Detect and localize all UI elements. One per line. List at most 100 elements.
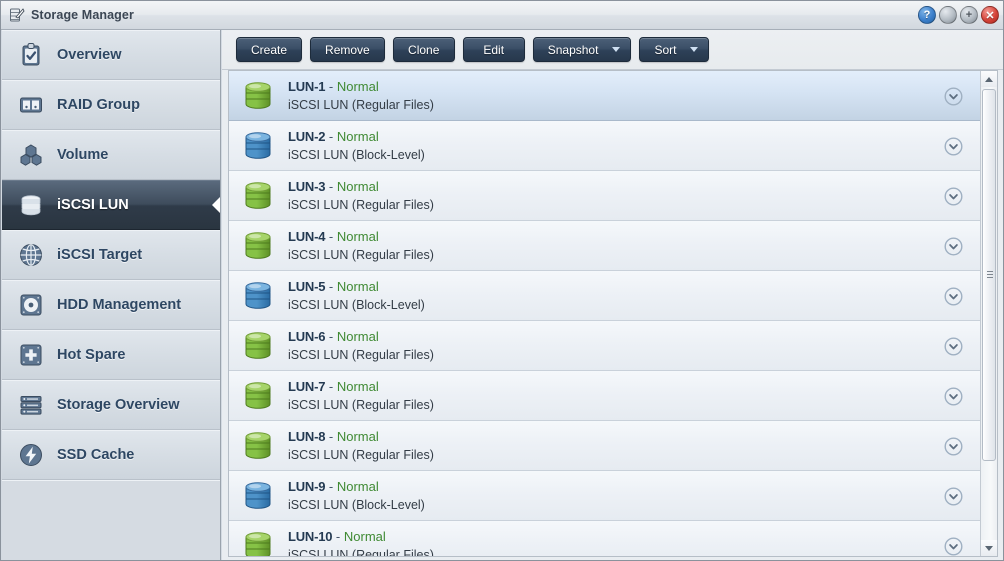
- chevron-down-circle-icon[interactable]: [944, 286, 963, 306]
- lun-title-line: LUN-4 - Normal: [288, 229, 434, 245]
- vertical-scrollbar[interactable]: [980, 71, 997, 556]
- lun-row[interactable]: LUN-5 - Normal iSCSI LUN (Block-Level): [229, 271, 981, 321]
- sidebar-item-volume[interactable]: Volume: [2, 130, 220, 180]
- lun-info: LUN-6 - Normal iSCSI LUN (Regular Files): [288, 329, 434, 363]
- lun-info: LUN-7 - Normal iSCSI LUN (Regular Files): [288, 379, 434, 413]
- sidebar-item-label: HDD Management: [57, 297, 182, 313]
- lun-info: LUN-3 - Normal iSCSI LUN (Regular Files): [288, 179, 434, 213]
- lun-database-icon: [242, 330, 274, 362]
- volume-hexagons-icon: [18, 142, 44, 168]
- lun-title-line: LUN-9 - Normal: [288, 479, 425, 495]
- create-button-label: Create: [251, 42, 288, 57]
- chevron-down-circle-icon[interactable]: [944, 136, 963, 156]
- lun-info: LUN-4 - Normal iSCSI LUN (Regular Files): [288, 229, 434, 263]
- disk-plus-icon: [18, 342, 44, 368]
- lun-row[interactable]: LUN-3 - Normal iSCSI LUN (Regular Files): [229, 171, 981, 221]
- sidebar-item-label: RAID Group: [57, 97, 140, 113]
- lun-type: iSCSI LUN (Regular Files): [288, 247, 434, 262]
- lun-database-icon: [242, 380, 274, 412]
- content-panel: Create Remove Clone Edit Snapshot Sort L…: [222, 30, 1003, 560]
- lun-type: iSCSI LUN (Block-Level): [288, 497, 425, 512]
- lun-separator: -: [325, 328, 337, 344]
- lun-row[interactable]: LUN-6 - Normal iSCSI LUN (Regular Files): [229, 321, 981, 371]
- lun-type: iSCSI LUN (Regular Files): [288, 347, 434, 362]
- lun-name: LUN-4: [288, 228, 326, 244]
- chevron-down-icon: [612, 47, 621, 52]
- chevron-down-circle-icon[interactable]: [944, 236, 963, 256]
- sidebar-item-ssd-cache[interactable]: SSD Cache: [2, 430, 220, 480]
- maximize-button[interactable]: +: [960, 6, 978, 24]
- snapshot-button[interactable]: Snapshot: [532, 37, 632, 62]
- chevron-down-icon: [690, 47, 699, 52]
- lun-title-line: LUN-10 - Normal: [288, 529, 434, 545]
- help-button[interactable]: ?: [918, 6, 936, 24]
- lun-database-icon: [242, 530, 274, 556]
- lun-status: Normal: [336, 328, 379, 344]
- sidebar: Overview RAID Group Volume iSCSI LUN iSC…: [2, 30, 221, 560]
- lun-name: LUN-2: [288, 128, 326, 144]
- lun-info: LUN-5 - Normal iSCSI LUN (Block-Level): [288, 279, 425, 313]
- lun-type: iSCSI LUN (Regular Files): [288, 397, 434, 412]
- lun-status: Normal: [336, 128, 379, 144]
- sidebar-item-hdd-management[interactable]: HDD Management: [2, 280, 220, 330]
- hard-disk-icon: [18, 292, 44, 318]
- lun-type: iSCSI LUN (Block-Level): [288, 147, 425, 162]
- sort-button[interactable]: Sort: [639, 37, 710, 62]
- remove-button[interactable]: Remove: [310, 37, 385, 62]
- chevron-down-circle-icon[interactable]: [944, 386, 963, 406]
- lun-database-icon: [242, 180, 274, 212]
- chevron-down-circle-icon[interactable]: [944, 186, 963, 206]
- lun-database-icon: [242, 480, 274, 512]
- edit-button[interactable]: Edit: [462, 37, 525, 62]
- scrollbar-thumb[interactable]: [982, 89, 996, 461]
- lun-database-icon: [242, 80, 274, 112]
- clone-button[interactable]: Clone: [392, 37, 455, 62]
- create-button[interactable]: Create: [236, 37, 303, 62]
- lun-status: Normal: [336, 228, 379, 244]
- scroll-up-arrow-icon[interactable]: [981, 71, 997, 87]
- sidebar-item-iscsi-target[interactable]: iSCSI Target: [2, 230, 220, 280]
- lun-row[interactable]: LUN-10 - Normal iSCSI LUN (Regular Files…: [229, 521, 981, 556]
- chevron-down-circle-icon[interactable]: [944, 486, 963, 506]
- lun-separator: -: [325, 428, 337, 444]
- lun-row[interactable]: LUN-7 - Normal iSCSI LUN (Regular Files): [229, 371, 981, 421]
- lun-separator: -: [325, 228, 337, 244]
- lun-row[interactable]: LUN-9 - Normal iSCSI LUN (Block-Level): [229, 471, 981, 521]
- lun-info: LUN-9 - Normal iSCSI LUN (Block-Level): [288, 479, 425, 513]
- lightning-bolt-icon: [18, 442, 44, 468]
- lun-row[interactable]: LUN-8 - Normal iSCSI LUN (Regular Files): [229, 421, 981, 471]
- lun-type: iSCSI LUN (Regular Files): [288, 97, 434, 112]
- chevron-down-circle-icon[interactable]: [944, 336, 963, 356]
- lun-status: Normal: [336, 378, 379, 394]
- lun-title-line: LUN-6 - Normal: [288, 329, 434, 345]
- window-controls: ? + ✕: [918, 6, 999, 24]
- lun-title-line: LUN-5 - Normal: [288, 279, 425, 295]
- lun-list-container: LUN-1 - Normal iSCSI LUN (Regular Files)…: [228, 70, 998, 557]
- lun-separator: -: [332, 528, 344, 544]
- sidebar-item-overview[interactable]: Overview: [2, 30, 220, 80]
- lun-row[interactable]: LUN-4 - Normal iSCSI LUN (Regular Files): [229, 221, 981, 271]
- sidebar-item-raid-group[interactable]: RAID Group: [2, 80, 220, 130]
- chevron-down-circle-icon[interactable]: [944, 536, 963, 556]
- lun-type: iSCSI LUN (Regular Files): [288, 547, 434, 557]
- lun-database-icon: [242, 130, 274, 162]
- lun-status: Normal: [343, 528, 386, 544]
- lun-row[interactable]: LUN-1 - Normal iSCSI LUN (Regular Files): [229, 71, 981, 121]
- lun-row[interactable]: LUN-2 - Normal iSCSI LUN (Block-Level): [229, 121, 981, 171]
- clone-button-label: Clone: [408, 42, 440, 57]
- lun-status: Normal: [336, 428, 379, 444]
- chevron-down-circle-icon[interactable]: [944, 86, 963, 106]
- scroll-down-arrow-icon[interactable]: [981, 540, 997, 556]
- sidebar-item-hot-spare[interactable]: Hot Spare: [2, 330, 220, 380]
- storage-manager-icon: [9, 7, 25, 23]
- lun-info: LUN-2 - Normal iSCSI LUN (Block-Level): [288, 129, 425, 163]
- close-button[interactable]: ✕: [981, 6, 999, 24]
- lun-name: LUN-8: [288, 428, 326, 444]
- minimize-button[interactable]: [939, 6, 957, 24]
- sidebar-item-iscsi-lun[interactable]: iSCSI LUN: [2, 180, 220, 230]
- sidebar-item-storage-overview[interactable]: Storage Overview: [2, 380, 220, 430]
- clipboard-check-icon: [18, 42, 44, 68]
- chevron-down-circle-icon[interactable]: [944, 436, 963, 456]
- lun-title-line: LUN-7 - Normal: [288, 379, 434, 395]
- lun-name: LUN-3: [288, 178, 326, 194]
